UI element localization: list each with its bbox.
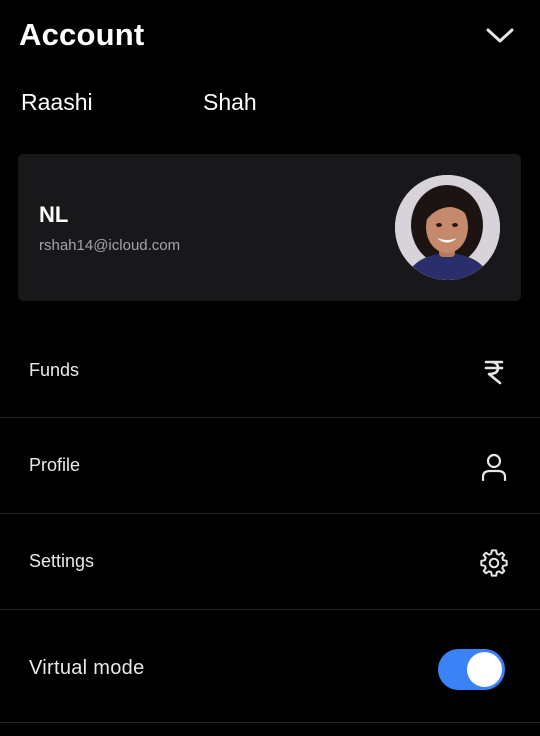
page-title: Account — [19, 17, 145, 52]
avatar-photo — [395, 175, 500, 280]
user-email: rshah14@icloud.com — [39, 237, 181, 254]
menu-label-funds: Funds — [29, 360, 80, 380]
menu-label-profile: Profile — [29, 455, 81, 475]
chevron-down-icon — [486, 28, 514, 43]
last-name: Shah — [203, 89, 257, 115]
virtual-mode-label: Virtual mode — [29, 657, 145, 679]
gear-icon — [476, 545, 512, 581]
avatar[interactable] — [395, 175, 500, 280]
user-initials: NL — [39, 202, 69, 227]
menu-item-profile[interactable]: Profile — [0, 418, 540, 514]
first-name: Raashi — [21, 89, 93, 115]
user-icon — [476, 449, 512, 485]
toggle-knob — [467, 652, 502, 687]
account-card[interactable]: NL rshah14@icloud.com — [18, 154, 521, 301]
menu-item-funds[interactable]: Funds — [0, 322, 540, 418]
virtual-mode-row: Virtual mode — [0, 610, 540, 723]
header: Account — [0, 0, 540, 72]
menu-item-settings[interactable]: Settings — [0, 514, 540, 610]
menu-label-settings: Settings — [29, 551, 95, 571]
rupee-icon — [476, 354, 512, 390]
collapse-button[interactable] — [480, 20, 520, 52]
virtual-mode-toggle[interactable] — [438, 649, 505, 690]
